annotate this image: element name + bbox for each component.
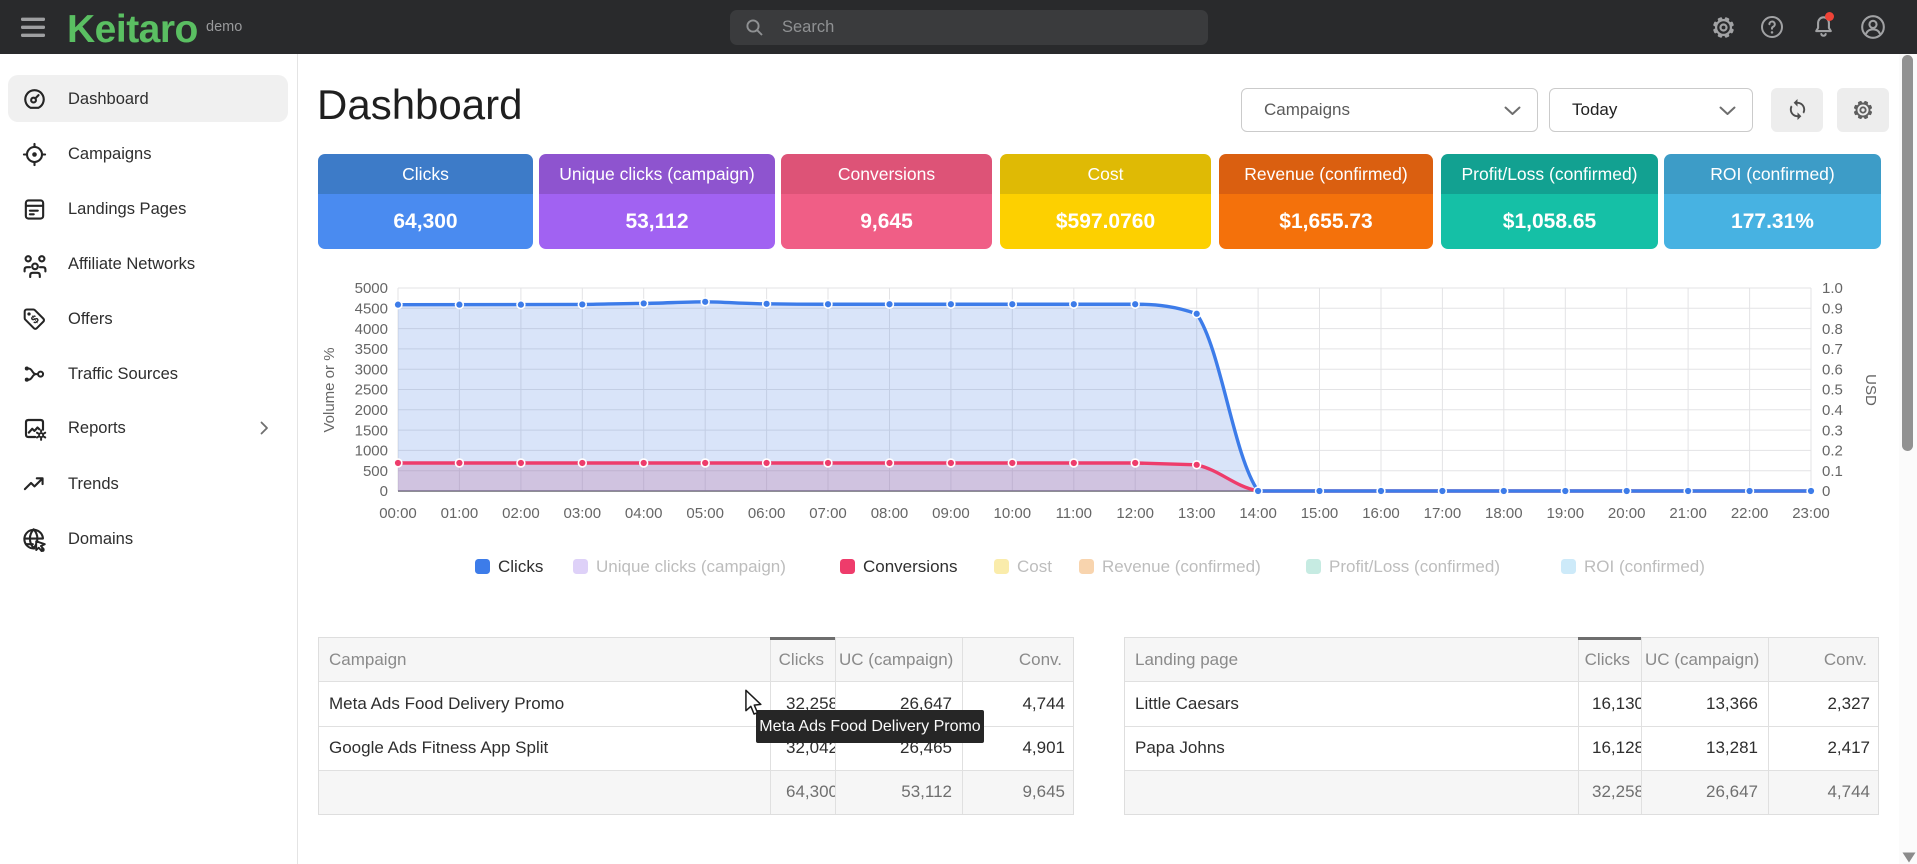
svg-text:0.9: 0.9 xyxy=(1822,301,1843,318)
svg-text:07:00: 07:00 xyxy=(809,505,847,522)
svg-text:13:00: 13:00 xyxy=(1178,505,1216,522)
svg-text:1500: 1500 xyxy=(355,422,388,439)
svg-text:2500: 2500 xyxy=(355,382,388,399)
svg-text:5000: 5000 xyxy=(355,280,388,297)
svg-text:21:00: 21:00 xyxy=(1669,505,1707,522)
svg-text:10:00: 10:00 xyxy=(994,505,1032,522)
svg-text:14:00: 14:00 xyxy=(1239,505,1277,522)
svg-text:500: 500 xyxy=(363,463,388,480)
svg-text:0: 0 xyxy=(1822,483,1830,500)
svg-text:4000: 4000 xyxy=(355,321,388,338)
svg-text:02:00: 02:00 xyxy=(502,505,540,522)
svg-text:05:00: 05:00 xyxy=(686,505,724,522)
svg-text:0.7: 0.7 xyxy=(1822,341,1843,358)
svg-text:12:00: 12:00 xyxy=(1116,505,1154,522)
svg-text:01:00: 01:00 xyxy=(441,505,479,522)
svg-text:0.4: 0.4 xyxy=(1822,402,1843,419)
svg-text:0.6: 0.6 xyxy=(1822,361,1843,378)
svg-text:00:00: 00:00 xyxy=(379,505,417,522)
svg-text:0.1: 0.1 xyxy=(1822,463,1843,480)
svg-text:23:00: 23:00 xyxy=(1792,505,1830,522)
svg-text:0.5: 0.5 xyxy=(1822,382,1843,399)
svg-text:1.0: 1.0 xyxy=(1822,280,1843,297)
svg-text:15:00: 15:00 xyxy=(1301,505,1339,522)
svg-text:11:00: 11:00 xyxy=(1056,505,1092,522)
svg-text:2000: 2000 xyxy=(355,402,388,419)
svg-text:17:00: 17:00 xyxy=(1424,505,1462,522)
svg-text:1000: 1000 xyxy=(355,443,388,460)
svg-text:3500: 3500 xyxy=(355,341,388,358)
svg-text:09:00: 09:00 xyxy=(932,505,970,522)
svg-text:08:00: 08:00 xyxy=(871,505,909,522)
svg-text:0.8: 0.8 xyxy=(1822,321,1843,338)
svg-text:Volume or %: Volume or % xyxy=(321,347,338,432)
svg-text:22:00: 22:00 xyxy=(1731,505,1769,522)
svg-text:04:00: 04:00 xyxy=(625,505,663,522)
svg-text:0: 0 xyxy=(380,483,388,500)
svg-text:18:00: 18:00 xyxy=(1485,505,1523,522)
svg-text:06:00: 06:00 xyxy=(748,505,786,522)
svg-text:3000: 3000 xyxy=(355,361,388,378)
svg-text:USD: USD xyxy=(1862,374,1879,406)
svg-text:16:00: 16:00 xyxy=(1362,505,1400,522)
svg-text:19:00: 19:00 xyxy=(1547,505,1585,522)
svg-text:0.2: 0.2 xyxy=(1822,443,1843,460)
svg-text:03:00: 03:00 xyxy=(564,505,602,522)
svg-text:20:00: 20:00 xyxy=(1608,505,1646,522)
svg-text:0.3: 0.3 xyxy=(1822,422,1843,439)
svg-text:4500: 4500 xyxy=(355,301,388,318)
